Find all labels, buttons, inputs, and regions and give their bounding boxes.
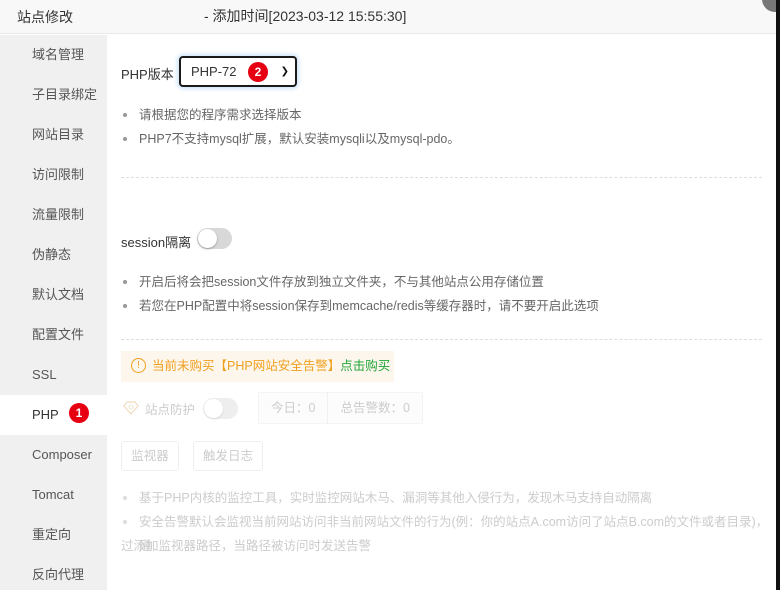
php-version-select[interactable]: PHP-72 2 ❯ [179,56,297,87]
sidebar-item-tomcat[interactable]: Tomcat [0,475,107,515]
sidebar-item-composer[interactable]: Composer [0,435,107,475]
session-isolation-toggle[interactable] [197,228,232,249]
tip-item: 基于PHP内核的监控工具，实时监控网站木马、漏洞等其他入侵行为，发现木马支持自动… [121,486,776,510]
divider [121,177,762,178]
tip-item: 开启后将会把session文件存放到独立文件夹，不与其他站点公用存储位置 [121,270,599,294]
close-icon[interactable] [762,0,776,12]
dialog-subtitle: - 添加时间[2023-03-12 15:55:30] [204,8,407,24]
site-protection-label: 站点防护 [145,403,196,417]
sidebar-item-config-file[interactable]: 配置文件 [0,315,107,355]
sidebar-item-traffic-limit[interactable]: 流量限制 [0,195,107,235]
sidebar-item-ssl[interactable]: SSL [0,355,107,395]
tip-item: 安全告警默认会监视当前网站访问非当前网站文件的行为(例：你的站点A.com访问了… [121,510,776,553]
sidebar-item-redirect[interactable]: 重定向 [0,515,107,555]
sidebar-item-reverse-proxy[interactable]: 反向代理 [0,555,107,590]
step-badge: 1 [69,403,89,423]
divider [121,339,762,340]
session-isolation-label: session隔离 [121,235,192,250]
tip-item: 请根据您的程序需求选择版本 [121,103,460,127]
sidebar-item-access-limit[interactable]: 访问限制 [0,155,107,195]
step-badge: 2 [248,62,268,82]
diamond-icon [123,401,139,415]
security-tips: 基于PHP内核的监控工具，实时监控网站木马、漏洞等其他入侵行为，发现木马支持自动… [121,486,776,558]
site-protection-toggle[interactable] [203,398,238,419]
session-tips: 开启后将会把session文件存放到独立文件夹，不与其他站点公用存储位置 若您在… [121,270,599,318]
sidebar-item-site-dir[interactable]: 网站目录 [0,115,107,155]
php-version-tips: 请根据您的程序需求选择版本 PHP7不支持mysql扩展，默认安装mysqli以… [121,103,460,151]
sidebar-item-php[interactable]: PHP 1 [0,395,107,435]
alert-stats: 今日：0 总告警数：0 [258,392,423,424]
tip-item: 若您在PHP配置中将session保存到memcache/redis等缓存器时，… [121,294,599,318]
php-settings-panel: PHP版本 PHP-72 2 ❯ 请根据您的程序需求选择版本 PHP7不支持my… [107,35,776,590]
sidebar-item-subdir[interactable]: 子目录绑定 [0,75,107,115]
sidebar-item-rewrite[interactable]: 伪静态 [0,235,107,275]
purchase-warning-banner: ! 当前未购买【PHP网站安全告警】点击购买 [121,351,394,382]
dialog-titlebar: 站点修改 - 添加时间[2023-03-12 15:55:30] [0,0,776,34]
php-version-label: PHP版本 [121,67,174,82]
tip-item-continued: 过添加监视器路径，当路径被访问时发送告警 [121,539,372,553]
monitor-button[interactable]: 监视器 [121,441,179,471]
buy-link[interactable]: 点击购买 [340,359,390,373]
tip-item: PHP7不支持mysql扩展，默认安装mysqli以及mysql-pdo。 [121,127,460,151]
sidebar-item-default-doc[interactable]: 默认文档 [0,275,107,315]
sidebar-item-domain[interactable]: 域名管理 [0,35,107,75]
trigger-log-button[interactable]: 触发日志 [193,441,263,471]
dialog-title: 站点修改 [17,9,73,25]
sidebar: 域名管理 子目录绑定 网站目录 访问限制 流量限制 伪静态 默认文档 配置文件 … [0,35,107,590]
warning-icon: ! [131,357,146,373]
chevron-down-icon: ❯ [280,66,289,77]
site-edit-dialog: 站点修改 - 添加时间[2023-03-12 15:55:30] 域名管理 子目… [0,0,776,590]
today-alerts: 今日：0 [271,401,316,415]
total-alerts: 总告警数：0 [327,393,421,423]
